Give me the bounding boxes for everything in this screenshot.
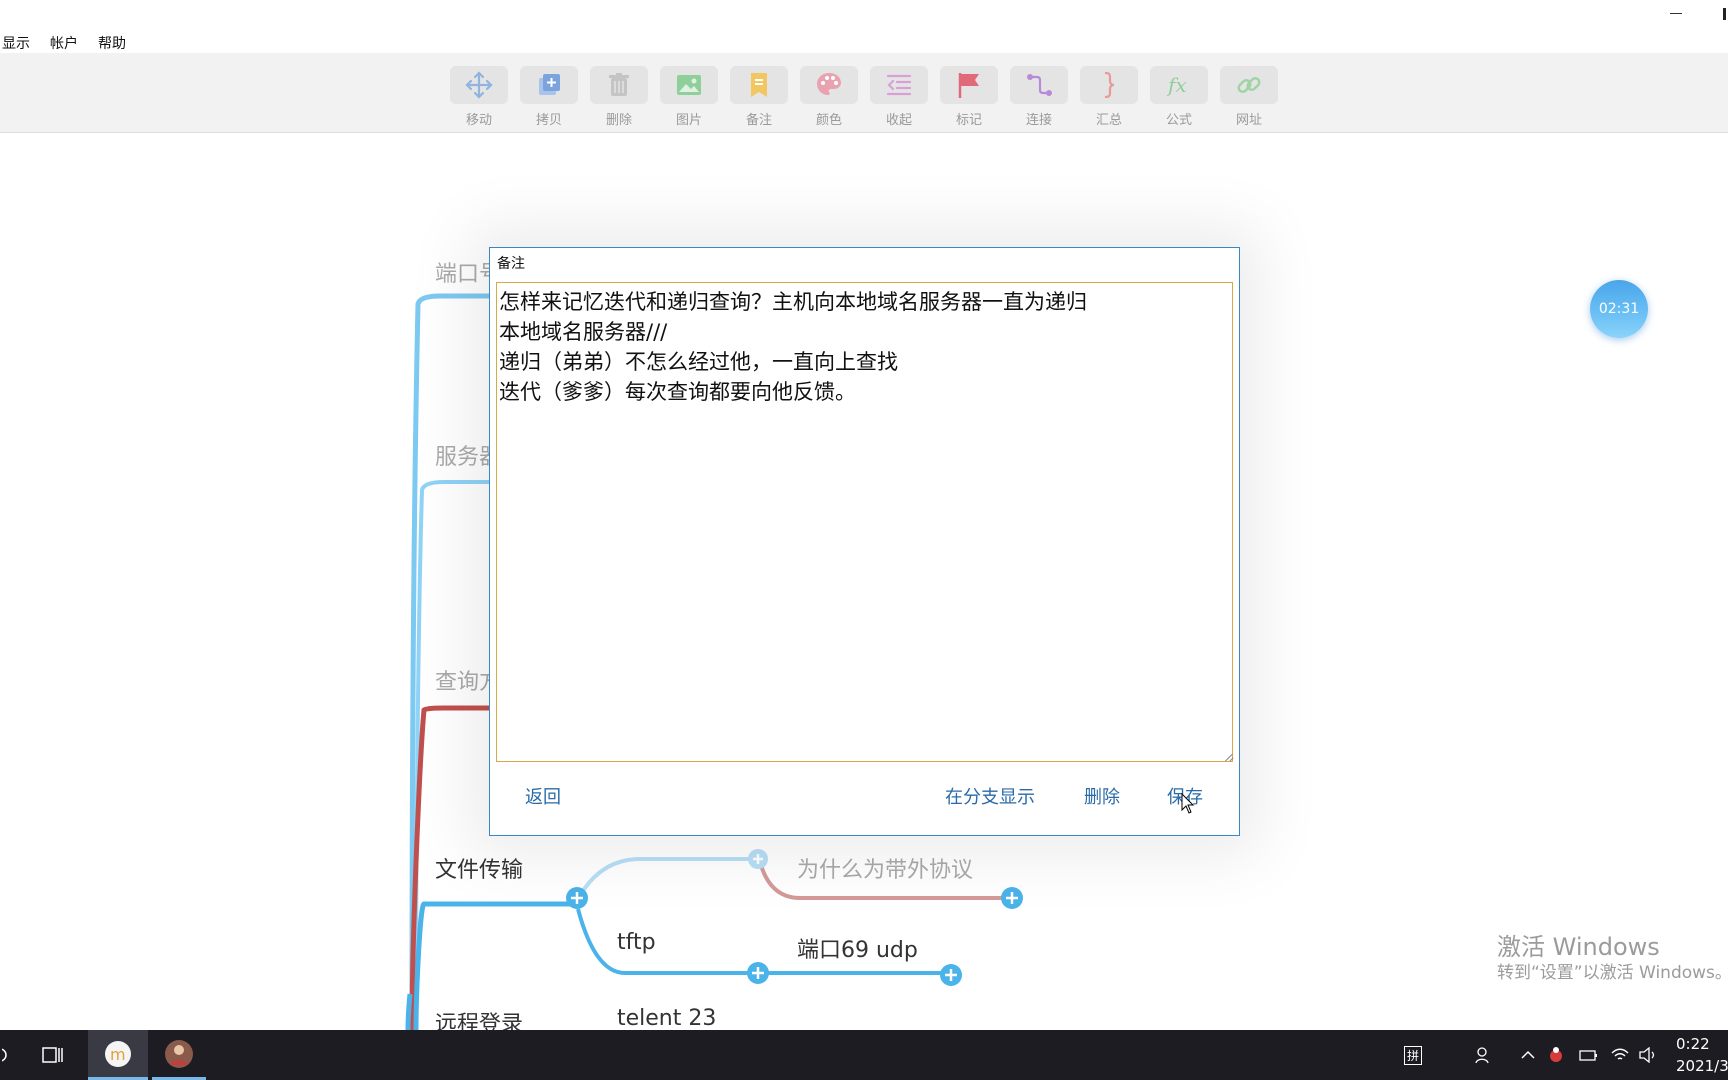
summary-tool-button[interactable]: 汇总 [1080, 66, 1138, 128]
menu-help[interactable]: 帮助 [98, 30, 134, 54]
palette-icon [817, 73, 841, 95]
delete-tool-button[interactable]: 删除 [590, 66, 648, 128]
ime-label: 拼 [1404, 1045, 1423, 1065]
copy-icon [539, 74, 560, 95]
node-port69[interactable]: 端口69 udp [797, 932, 918, 964]
clock-date: 2021/3 [1676, 1057, 1728, 1075]
menu-bar: 显示 帐户 帮助 [0, 30, 134, 54]
url-tool-button[interactable]: 网址 [1220, 66, 1278, 128]
expander-file-transfer [566, 887, 588, 909]
antivirus-icon[interactable] [1548, 1030, 1564, 1080]
node-file-transfer[interactable]: 文件传输 [435, 852, 523, 884]
flag-tool-button[interactable]: 标记 [940, 66, 998, 128]
activate-windows-title: 激活 Windows [1497, 933, 1660, 961]
people-icon[interactable] [1474, 1030, 1494, 1080]
taskbar: m 拼 0:22 2021/3 [0, 1030, 1728, 1080]
flag-tool-label: 标记 [955, 113, 982, 128]
mouse-pointer-icon [1181, 793, 1195, 814]
wifi-icon[interactable] [1610, 1030, 1630, 1080]
move-tool-label: 移动 [465, 113, 492, 128]
node-tftp[interactable]: tftp [617, 930, 656, 955]
move-tool-button[interactable]: 移动 [450, 66, 508, 128]
show-in-branch-button[interactable]: 在分支显示 [945, 783, 1035, 809]
color-tool-label: 颜色 [815, 113, 842, 128]
chevron-up-icon[interactable] [1520, 1030, 1536, 1080]
menu-account[interactable]: 帐户 [50, 30, 86, 54]
color-tool-button[interactable]: 颜色 [800, 66, 858, 128]
mindmaster-app-icon[interactable]: m [88, 1030, 148, 1080]
resize-grip-icon[interactable] [1223, 752, 1233, 762]
flag-icon [958, 73, 979, 98]
url-tool-label: 网址 [1235, 113, 1262, 128]
formula-tool-button[interactable]: fx 公式 [1150, 66, 1208, 128]
note-tool-label: 备注 [745, 113, 772, 128]
toolbar: 移动 拷贝 删除 图片 备注 颜色 收起 标记 连接 汇总 fx 公式 网址 [0, 53, 1728, 133]
image-icon [677, 75, 701, 95]
svg-text:fx: fx [1166, 73, 1187, 97]
minimize-button[interactable] [1668, 6, 1684, 20]
ime-indicator[interactable]: 拼 [1404, 1030, 1423, 1080]
activate-windows-hint: 转到“设置”以激活 Windows。 [1497, 963, 1728, 983]
volume-icon[interactable] [1638, 1030, 1658, 1080]
svg-text:m: m [110, 1045, 126, 1064]
move-icon [465, 71, 493, 99]
menu-display[interactable]: 显示 [0, 30, 38, 54]
user-app-icon[interactable] [152, 1030, 206, 1080]
note-icon [751, 73, 767, 97]
taskbar-clock[interactable]: 0:22 2021/3 [1676, 1033, 1728, 1077]
clock-time: 0:22 [1676, 1035, 1710, 1053]
node-why-out-of-band[interactable]: 为什么为带外协议 [797, 852, 973, 884]
maximize-button[interactable] [1723, 8, 1726, 20]
trash-icon [609, 73, 629, 96]
fx-icon: fx [1166, 73, 1187, 97]
connect-tool-label: 连接 [1025, 113, 1052, 128]
node-telnet[interactable]: telent 23 [617, 1006, 716, 1031]
connect-icon [1027, 74, 1052, 96]
link-icon [1237, 76, 1261, 94]
image-tool-label: 图片 [675, 113, 702, 128]
summary-tool-label: 汇总 [1095, 113, 1122, 128]
task-view-icon[interactable] [38, 1030, 68, 1080]
brace-icon [1104, 71, 1115, 99]
note-dialog: 备注 怎样来记忆迭代和递归查询？主机向本地域名服务器一直为递归 本地域名服务器/… [489, 247, 1240, 836]
dialog-title: 备注 [497, 256, 525, 272]
copy-tool-button[interactable]: 拷贝 [520, 66, 578, 128]
delete-tool-label: 删除 [605, 113, 632, 128]
back-button[interactable]: 返回 [525, 783, 561, 809]
timer-badge[interactable]: 02:31 [1590, 280, 1648, 338]
battery-icon[interactable] [1578, 1030, 1598, 1080]
connect-tool-button[interactable]: 连接 [1010, 66, 1068, 128]
note-textarea[interactable]: 怎样来记忆迭代和递归查询？主机向本地域名服务器一直为递归 本地域名服务器/// … [496, 282, 1233, 762]
note-tool-button[interactable]: 备注 [730, 66, 788, 128]
formula-tool-label: 公式 [1165, 113, 1192, 128]
delete-button[interactable]: 删除 [1084, 783, 1120, 809]
collapse-tool-label: 收起 [885, 113, 912, 128]
copy-tool-label: 拷贝 [535, 113, 562, 128]
collapse-icon [886, 74, 912, 96]
search-icon[interactable] [0, 1030, 14, 1080]
image-tool-button[interactable]: 图片 [660, 66, 718, 128]
collapse-tool-button[interactable]: 收起 [870, 66, 928, 128]
